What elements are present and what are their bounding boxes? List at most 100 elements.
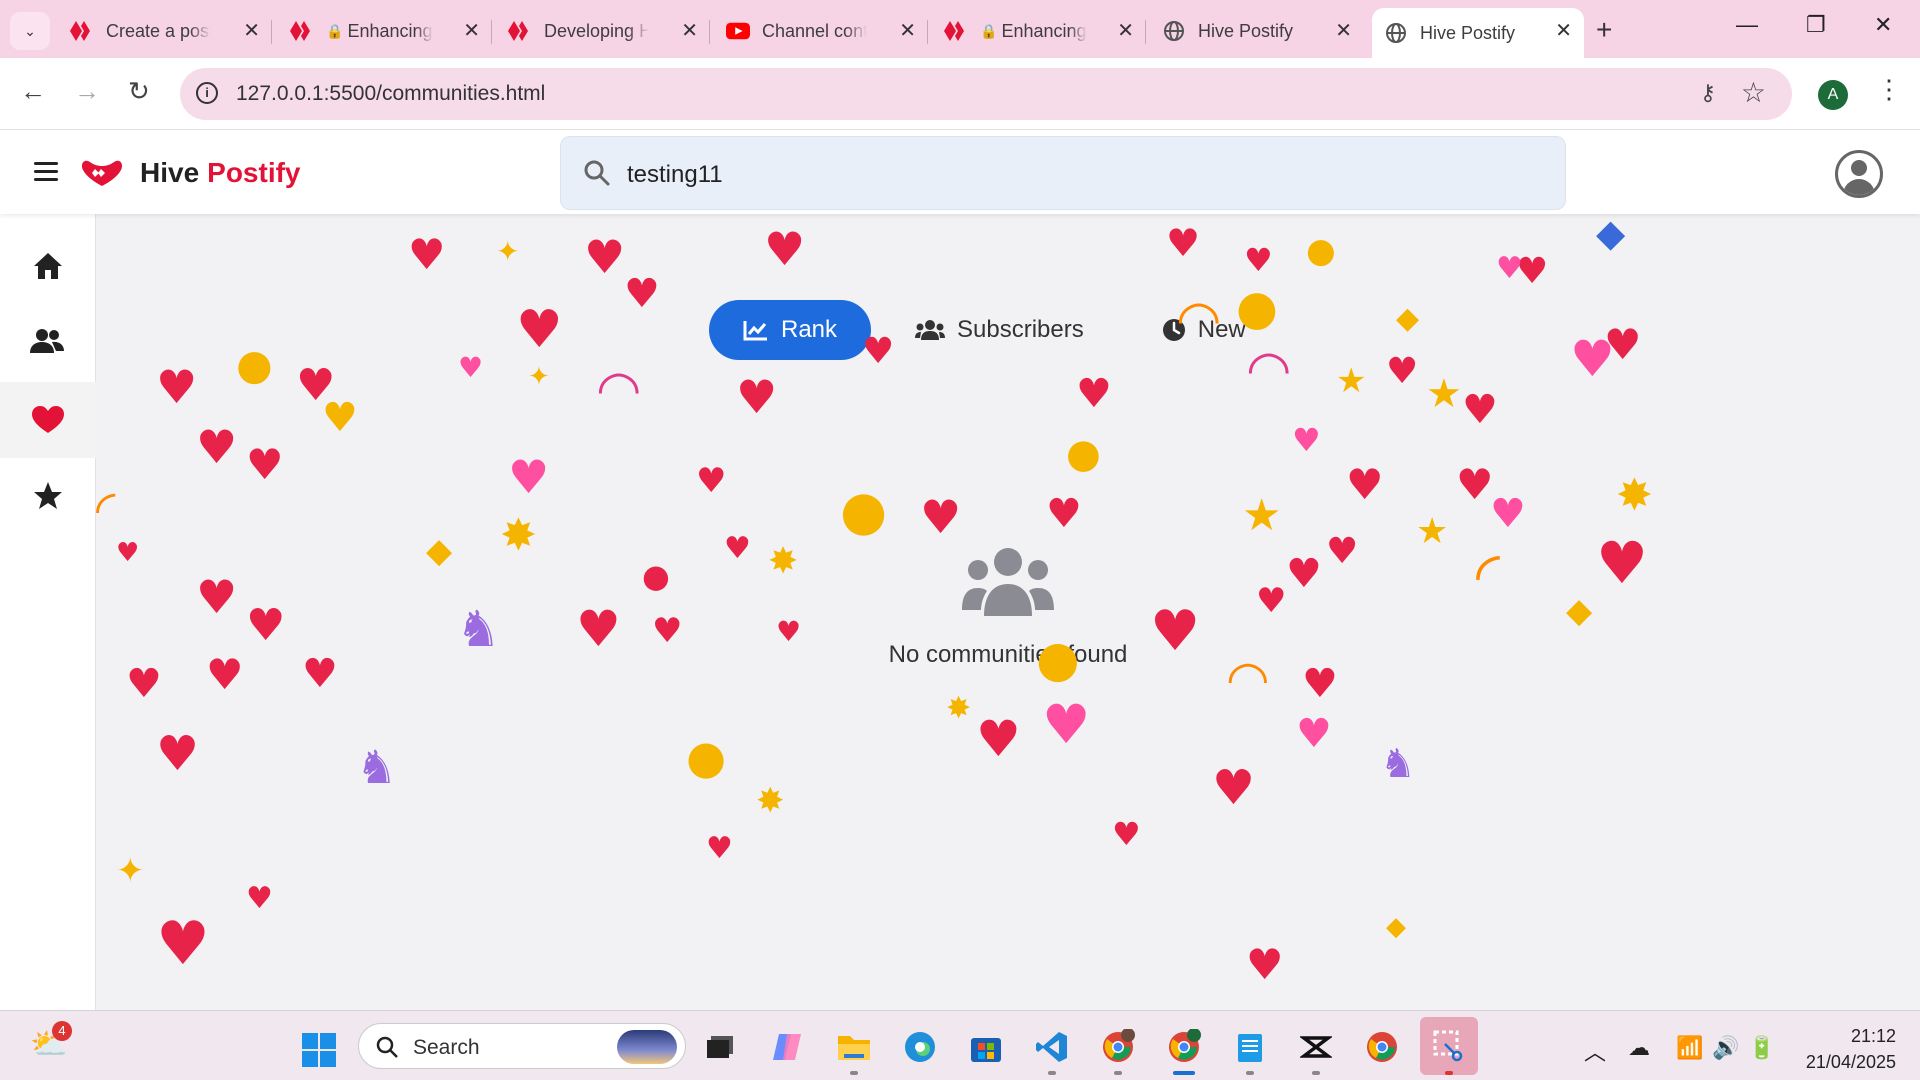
volume-icon[interactable]: 🔊 (1712, 1035, 1739, 1061)
back-icon[interactable]: ← (20, 76, 46, 107)
tab-search-button[interactable]: ⌄ (10, 12, 50, 50)
windows-taskbar: ⛅ 4 Search ︿ ☁ 📶 🔊 🔋 21:12 21/04/2025 (0, 1010, 1920, 1080)
close-icon[interactable]: ✕ (463, 18, 480, 43)
password-key-icon[interactable]: ⚷ (1700, 80, 1716, 106)
chrome-icon[interactable] (1362, 1027, 1402, 1067)
gift-icon: ♥ (322, 395, 358, 441)
heart-icon: ♥ (1296, 711, 1332, 757)
tab-separator (709, 20, 710, 44)
vscode-icon[interactable] (1032, 1027, 1072, 1067)
user-account-icon[interactable] (1835, 150, 1883, 198)
browser-tab[interactable]: Developing Hi ✕ (496, 10, 710, 52)
tab-title: Enhancing (1001, 20, 1087, 41)
file-explorer-icon[interactable] (834, 1027, 874, 1067)
tab-separator (1145, 20, 1146, 44)
forward-icon[interactable]: → (74, 76, 100, 107)
tab-rank-label: Rank (781, 316, 838, 343)
running-indicator-active (1173, 1071, 1195, 1075)
bookmark-star-icon[interactable]: ☆ (1741, 76, 1766, 109)
hive-icon (508, 19, 532, 43)
browser-tab-bar: ⌄ Create a post ✕ 🔒 Enhancing ✕ Developi… (0, 0, 1920, 58)
menu-kebab-icon[interactable]: ⋮ (1876, 74, 1902, 105)
system-clock[interactable]: 21:12 21/04/2025 (1786, 1023, 1896, 1075)
site-info-icon[interactable]: i (196, 82, 218, 104)
search-icon (584, 160, 610, 186)
heart-icon: ♥ (1490, 491, 1526, 537)
running-indicator (1114, 1071, 1122, 1075)
heart-icon: ♥ (1212, 760, 1256, 816)
face-icon: ● (1306, 231, 1336, 271)
copilot-icon[interactable] (768, 1027, 808, 1067)
close-icon[interactable]: ✕ (243, 18, 260, 43)
tab-rank[interactable]: Rank (709, 300, 872, 360)
address-bar[interactable]: i 127.0.0.1:5500/communities.html ⚷ ☆ (180, 68, 1792, 120)
heart-icon: ♥ (1496, 251, 1523, 286)
onedrive-cloud-icon[interactable]: ☁ (1628, 1035, 1650, 1061)
sidebar-item-favorites[interactable] (0, 458, 96, 534)
users-group-icon (962, 548, 1054, 616)
communities-icon (30, 329, 64, 353)
profile-avatar[interactable]: A (1818, 80, 1848, 110)
browser-toolbar: ← → ↻ i 127.0.0.1:5500/communities.html … (0, 58, 1920, 130)
sidebar-item-communities[interactable] (0, 304, 96, 380)
new-tab-button[interactable]: + (1596, 14, 1612, 46)
sparkle-icon: ✸ (1616, 470, 1653, 521)
edge-icon[interactable] (900, 1027, 940, 1067)
url-text[interactable]: 127.0.0.1:5500/communities.html (236, 82, 545, 106)
face-icon: ● (686, 730, 727, 784)
battery-icon[interactable]: 🔋 (1748, 1035, 1775, 1061)
taskbar-search[interactable]: Search (358, 1023, 686, 1069)
weather-icon[interactable]: ⛅ 4 (30, 1021, 72, 1062)
browser-tab[interactable]: Create a post ✕ (58, 10, 272, 52)
show-hidden-icons-icon[interactable]: ︿ (1584, 1035, 1606, 1067)
chart-line-icon (743, 321, 767, 341)
tab-new[interactable]: New (1128, 300, 1280, 360)
brand[interactable]: Hive Postify (80, 156, 301, 190)
tab-title: Create a post (106, 20, 211, 41)
browser-tab[interactable]: 🔒 Enhancing ✕ (278, 10, 492, 52)
heart-icon: ♥ (584, 230, 626, 284)
heart-icon: ♥ (1292, 421, 1321, 459)
close-icon[interactable]: ✕ (681, 18, 698, 43)
close-icon[interactable]: ✕ (1335, 18, 1352, 43)
clock-icon (1162, 319, 1185, 341)
clock-date: 21/04/2025 (1805, 1052, 1896, 1072)
browser-tab[interactable]: 🔒 Enhancing ✕ (932, 10, 1146, 52)
reload-icon[interactable]: ↻ (128, 76, 150, 107)
heart-icon: ♥ (1042, 693, 1091, 756)
heart-icon: ♥ (624, 271, 660, 317)
close-icon[interactable]: ✕ (1555, 18, 1572, 43)
tab-separator (491, 20, 492, 44)
close-icon[interactable]: ✕ (1117, 18, 1134, 43)
heart-icon: ♥ (1112, 815, 1141, 853)
chrome-active-icon[interactable] (1164, 1027, 1204, 1067)
community-search-input[interactable]: testing11 (560, 136, 1566, 210)
heart-icon: ♥ (1046, 491, 1082, 537)
restore-icon[interactable]: ❐ (1806, 12, 1826, 38)
home-icon (34, 253, 62, 279)
capcut-icon[interactable] (1296, 1027, 1336, 1067)
windows-start-icon[interactable] (302, 1033, 336, 1067)
chrome-profile-icon[interactable] (1098, 1027, 1138, 1067)
microsoft-store-icon[interactable] (966, 1027, 1006, 1067)
browser-tab-active[interactable]: Hive Postify ✕ (1372, 8, 1584, 58)
running-indicator (1445, 1071, 1453, 1075)
heart-icon: ♥ (696, 461, 727, 501)
tab-subscribers[interactable]: Subscribers (881, 300, 1118, 360)
close-icon[interactable]: ✕ (899, 18, 916, 43)
notepad-icon[interactable] (1230, 1027, 1270, 1067)
close-window-icon[interactable]: ✕ (1874, 12, 1892, 38)
search-value[interactable]: testing11 (627, 161, 723, 189)
task-view-icon[interactable] (700, 1027, 740, 1067)
minimize-icon[interactable]: — (1736, 12, 1758, 38)
sidebar-item-hive[interactable] (0, 382, 96, 458)
snipping-tool-icon[interactable] (1420, 1017, 1478, 1075)
browser-tab[interactable]: Channel conte ✕ (714, 10, 928, 52)
heart-icon: ♥ (1516, 251, 1549, 292)
browser-tab[interactable]: Hive Postify ✕ (1150, 10, 1364, 52)
youtube-icon (726, 19, 750, 43)
hive-icon (70, 19, 94, 43)
hamburger-menu-icon[interactable] (34, 162, 58, 182)
wifi-icon[interactable]: 📶 (1676, 1035, 1703, 1061)
sidebar-item-home[interactable] (0, 228, 96, 304)
